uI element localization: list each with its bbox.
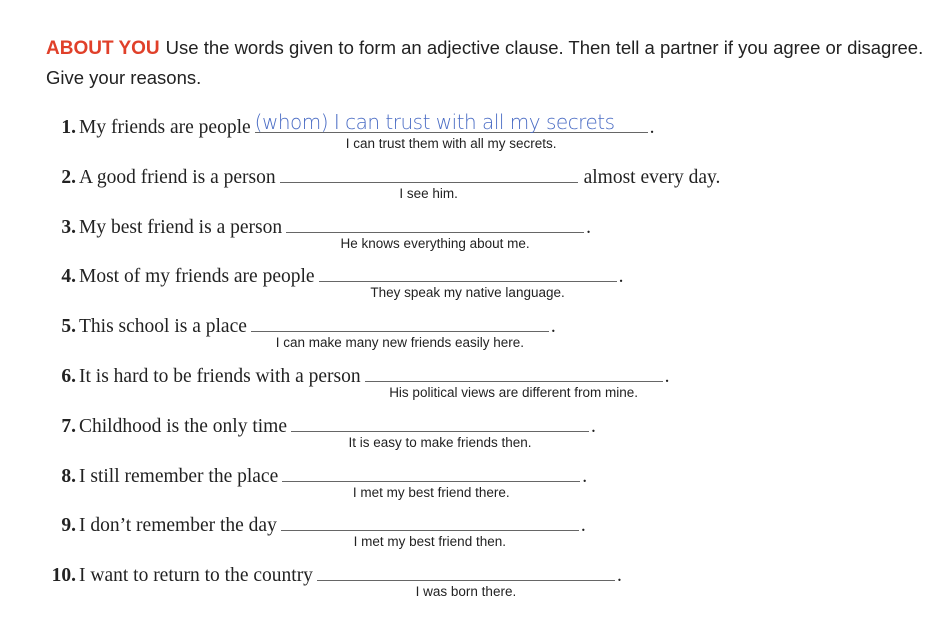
item-number: 9. [61,515,76,536]
item-prompt: Childhood is the only time [79,416,287,437]
item-prompt: This school is a place [79,316,247,337]
item-prompt: Most of my friends are people [79,266,315,287]
item-number: 10. [51,565,76,586]
item-prompt: My best friend is a person [79,217,283,238]
item-ending: almost every day. [583,167,721,188]
item-prompt: A good friend is a person [79,167,276,188]
hint-sentence: I was born there. [415,584,517,599]
exercise-item: 2. A good friend is a person I see him. alm… [0,162,720,202]
instructions-text: Use the words given to form an adjective… [46,37,924,88]
hint-sentence: I met my best friend there. [352,485,510,500]
exercise-item: 6. It is hard to be friends with a person… [0,361,669,401]
hint-sentence: It is easy to make friends then. [348,435,532,450]
item-ending: . [582,466,588,487]
item-number: 5. [61,316,76,337]
hint-sentence: His political views are different from m… [389,385,639,400]
exercise-item: 10. I want to return to the country I was … [0,560,622,600]
item-number: 8. [61,466,76,487]
answer-blank[interactable]: I was born there. [316,560,615,599]
item-number: 3. [61,217,76,238]
item-prompt: My friends are people [79,117,251,138]
exercise-item: 1. My friends are people (whom) I can trus… [0,110,655,152]
answer-blank[interactable]: I can make many new friends easily here. [250,311,549,350]
answer-blank[interactable]: (whom) I can trust with all my secrets I … [254,110,648,151]
hint-sentence: I see him. [399,186,458,201]
item-number: 6. [61,366,76,387]
hint-sentence: They speak my native language. [370,285,565,300]
item-ending: . [616,565,622,586]
answer-blank[interactable]: It is easy to make friends then. [291,411,589,450]
item-ending: . [649,117,655,138]
exercise-item: 5. This school is a place I can make many … [0,311,556,351]
answer-blank[interactable]: I met my best friend then. [280,510,579,549]
item-prompt: I want to return to the country [79,565,313,586]
answer-blank[interactable]: His political views are different from m… [364,361,663,400]
item-ending: . [580,515,586,536]
item-number: 4. [61,266,76,287]
exercise-item: 4. Most of my friends are people They spea… [0,261,623,301]
hint-sentence: I can make many new friends easily here. [275,335,525,350]
item-ending: . [586,217,591,238]
hint-sentence: I can trust them with all my secrets. [345,136,557,151]
item-prompt: I still remember the place [79,466,279,487]
exercise-item: 3. My best friend is a person He knows eve… [0,212,591,252]
item-number: 2. [61,167,76,188]
answer-blank[interactable]: I see him. [279,162,578,201]
handwritten-answer: (whom) I can trust with all my secrets [254,110,615,134]
about-you-tag: ABOUT YOU [46,38,160,59]
answer-blank[interactable]: They speak my native language. [318,261,617,300]
item-ending: . [591,416,596,437]
exercise-item: 9. I don’t remember the day I met my best … [0,510,586,550]
exercise-item: 8. I still remember the place I met my bes… [0,461,587,501]
item-number: 7. [61,416,76,437]
item-prompt: I don’t remember the day [79,515,277,536]
hint-sentence: He knows everything about me. [340,236,530,251]
item-ending: . [550,316,556,337]
item-prompt: It is hard to be friends with a person [79,366,361,387]
instructions: ABOUT YOU Use the words given to form an … [46,33,936,92]
item-ending: . [664,366,670,387]
answer-blank[interactable]: I met my best friend there. [282,461,581,500]
hint-sentence: I met my best friend then. [353,534,506,549]
exercise-item: 7. Childhood is the only time It is easy t… [0,411,596,451]
answer-blank[interactable]: He knows everything about me. [286,212,585,251]
item-number: 1. [61,117,76,138]
item-ending: . [618,266,624,287]
